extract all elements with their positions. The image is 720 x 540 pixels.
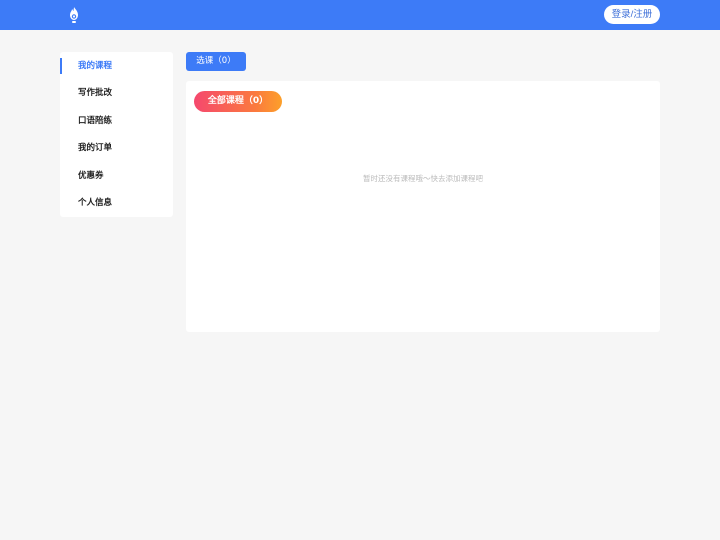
sidebar-item-coupons[interactable]: 优惠券 — [60, 167, 173, 185]
sidebar-item-my-orders[interactable]: 我的订单 — [60, 139, 173, 157]
sidebar-nav: 我的课程 写作批改 口语陪练 我的订单 优惠券 个人信息 — [60, 52, 173, 217]
sidebar-item-writing-correction[interactable]: 写作批改 — [60, 84, 173, 102]
select-course-button[interactable]: 选课（0） — [186, 52, 246, 71]
sidebar-item-speaking-practice[interactable]: 口语陪练 — [60, 112, 173, 130]
course-panel: 全部课程（0） 暂时还没有课程哦～快去添加课程吧 — [186, 81, 660, 332]
login-register-button[interactable]: 登录/注册 — [604, 5, 660, 24]
sidebar-item-my-courses[interactable]: 我的课程 — [60, 57, 173, 75]
top-header: 登录/注册 — [0, 0, 720, 30]
flame-logo-icon[interactable] — [66, 6, 82, 24]
all-courses-tab[interactable]: 全部课程（0） — [194, 91, 282, 112]
empty-state-message: 暂时还没有课程哦～快去添加课程吧 — [363, 174, 483, 183]
sidebar-item-personal-info[interactable]: 个人信息 — [60, 194, 173, 212]
